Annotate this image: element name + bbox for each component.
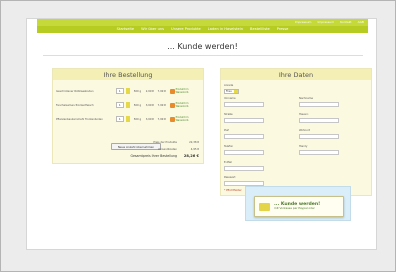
submit-area: ... Kunde werden! mit Vorkasse per Paypa… [245, 186, 351, 221]
nav-item-laden[interactable]: Laden in Haselstein [208, 27, 243, 32]
wohnort-field[interactable] [299, 134, 339, 139]
product-name: Geschrotener Rotklaesboden [56, 89, 94, 93]
plz-label: PLZ [224, 129, 229, 132]
handy-field[interactable] [299, 150, 339, 155]
nachname-label: Nachname [299, 97, 313, 100]
customer-heading: Ihre Daten [278, 70, 314, 79]
required-fields-note: * Pflichtfelder [224, 189, 242, 192]
customer-panel-header: Ihre Daten [221, 69, 371, 80]
total-label: Gesamtpreis Ihrer Bestellung [130, 154, 177, 158]
shipping-row: Versandkosten 4,95 € [93, 146, 199, 152]
product-weight: 500 g [133, 117, 142, 121]
quantity-input[interactable]: 1 [115, 88, 124, 94]
order-row: Geschrotener Rotklaesboden 1 500 g 2,99 … [56, 87, 202, 95]
product-price: 3,99 € [145, 117, 154, 121]
top-utility-bar: Impressum Impressum Kontakt AGB [37, 19, 368, 26]
order-panel: Ihre Bestellung Geschrotener Rotklaesbod… [52, 68, 204, 164]
shipping-label: Versandkosten [157, 147, 177, 151]
subtotal-row: Preis der Produkte 22,38 € [93, 139, 199, 145]
total-value: 28,26 € [183, 154, 199, 158]
customer-panel: Ihre Daten Anrede Frau Vorname Nachname … [220, 68, 372, 196]
order-heading: Ihre Bestellung [103, 70, 153, 79]
quantity-spinner[interactable] [125, 88, 130, 94]
product-total: 7,99 € [157, 117, 166, 121]
topbar-link-3[interactable]: Kontakt [340, 21, 351, 24]
anrede-label: Anrede [224, 84, 234, 87]
subtotal-value: 22,38 € [189, 140, 199, 144]
product-name: Pflanzenbaukernmehl Trockenboden [56, 117, 103, 121]
email-field[interactable] [224, 166, 264, 171]
product-link[interactable]: Produkt im Warenkorb [176, 102, 202, 108]
product-price: 2,99 € [145, 89, 154, 93]
title-area: ... Kunde werden! [37, 39, 368, 53]
plz-field[interactable] [224, 134, 264, 139]
email-label: E-Mail [224, 161, 232, 164]
quantity-input[interactable]: 1 [115, 102, 124, 108]
cart-icon [169, 116, 175, 122]
product-total: 7,99 € [157, 89, 166, 93]
wohnort-label: Wohnort [299, 129, 310, 132]
product-weight: 500 g [133, 89, 142, 93]
quantity-spinner[interactable] [125, 102, 130, 108]
order-panel-header: Ihre Bestellung [53, 69, 203, 80]
main-navigation: Startseite Wir über uns Unsere Produkte … [37, 26, 368, 33]
strasse-field[interactable] [224, 118, 264, 123]
cart-icon [169, 102, 175, 108]
nav-item-produkte[interactable]: Unsere Produkte [171, 27, 201, 32]
strasse-label: Straße [224, 113, 233, 116]
telefon-label: Telefon [224, 145, 234, 148]
anrede-select[interactable]: Frau [224, 89, 239, 94]
quantity-spinner[interactable] [125, 116, 130, 122]
order-row: Fenchelsamen-Trockenfleisch 1 500 g 3,99… [56, 101, 202, 109]
hausnr-label: Hausnr. [299, 113, 309, 116]
nachname-field[interactable] [299, 102, 339, 107]
anrede-value: Frau [226, 90, 232, 93]
total-row: Gesamtpreis Ihrer Bestellung 28,26 € [93, 153, 199, 159]
topbar-link-1[interactable]: Impressum [295, 21, 312, 24]
topbar-link-2[interactable]: Impressum [317, 21, 334, 24]
subtotal-label: Preis der Produkte [153, 140, 177, 144]
chevron-down-icon [234, 90, 238, 93]
title-divider [43, 55, 363, 56]
nav-item-bestellliste[interactable]: Bestellliste [250, 27, 270, 32]
passwort-label: Passwort [224, 176, 236, 179]
paypal-icon [259, 202, 270, 211]
telefon-field[interactable] [224, 150, 264, 155]
vorname-field[interactable] [224, 102, 264, 107]
shipping-value: 4,95 € [190, 147, 199, 151]
product-link[interactable]: Produkt im Warenkorb [176, 116, 202, 122]
nav-item-startseite[interactable]: Startseite [117, 27, 134, 32]
product-price: 3,99 € [145, 103, 154, 107]
cta-text: ... Kunde werden! mit Vorkasse per Paypa… [274, 202, 320, 210]
handy-label: Handy [299, 145, 308, 148]
cta-sub-label: mit Vorkasse per Paypal oder [274, 206, 315, 211]
nav-item-presse[interactable]: Presse [277, 27, 289, 32]
page-title: ... Kunde werden! [167, 41, 238, 51]
product-link[interactable]: Produkt im Warenkorb [176, 88, 202, 94]
browser-frame: Impressum Impressum Kontakt AGB Startsei… [0, 0, 396, 272]
quantity-input[interactable]: 1 [115, 116, 124, 122]
product-weight: 500 g [133, 103, 142, 107]
vorname-label: Vorname [224, 97, 236, 100]
topbar-link-4[interactable]: AGB [358, 21, 364, 24]
become-customer-button[interactable]: ... Kunde werden! mit Vorkasse per Paypa… [254, 196, 344, 217]
cart-icon [169, 88, 175, 94]
product-total: 7,99 € [157, 103, 166, 107]
hausnr-field[interactable] [299, 118, 339, 123]
nav-item-wir-ueber-uns[interactable]: Wir über uns [141, 27, 164, 32]
order-row: Pflanzenbaukernmehl Trockenboden 1 500 g… [56, 115, 202, 123]
product-name: Fenchelsamen-Trockenfleisch [56, 103, 94, 107]
